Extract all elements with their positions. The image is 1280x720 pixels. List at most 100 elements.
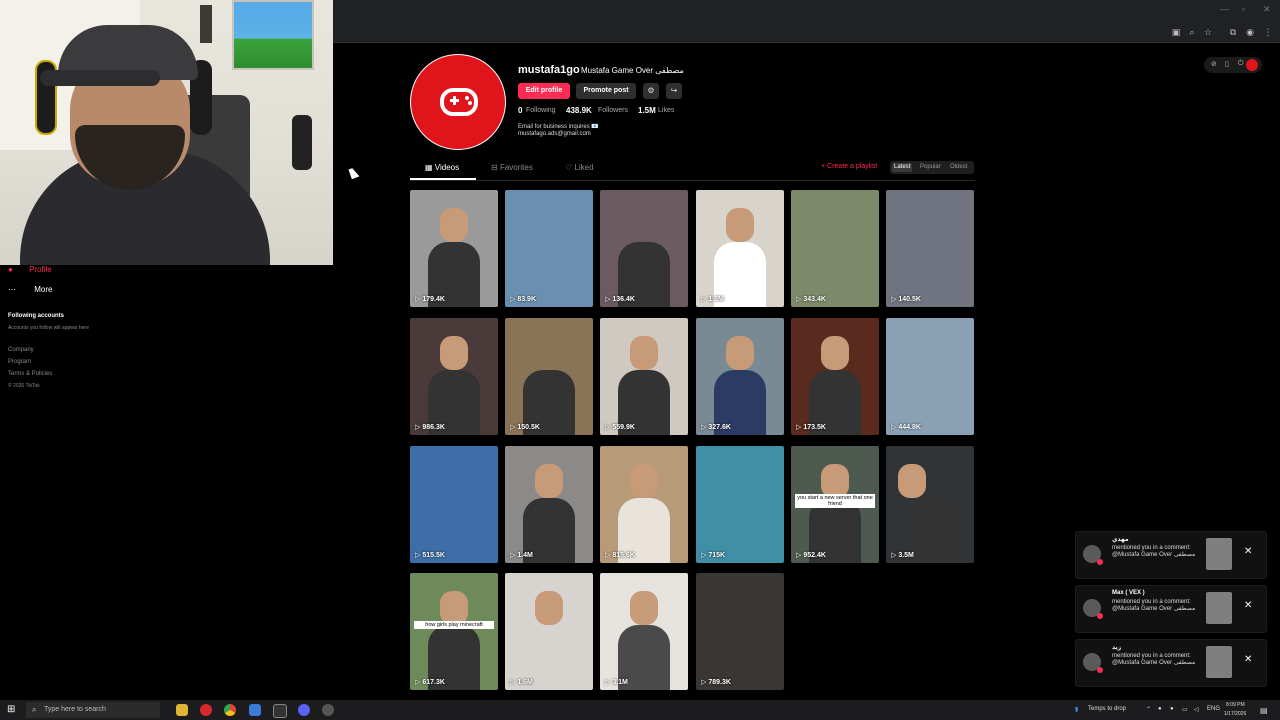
sort-popular-button[interactable]: Popular — [918, 163, 943, 172]
extensions-icon[interactable]: ⧉ — [1228, 27, 1238, 37]
search-icon: ⌕ — [32, 705, 37, 714]
video-card[interactable]: ▷ 140.5K — [886, 190, 974, 307]
close-window-icon[interactable]: ✕ — [1263, 4, 1271, 15]
tray-chevron-icon[interactable]: ⌃ — [1146, 706, 1151, 713]
video-card[interactable]: ▷ 343.4K — [791, 190, 879, 307]
video-card[interactable]: ▷ 515.5K — [410, 446, 498, 563]
thumb-face — [535, 591, 563, 625]
view-count: ▷ 559.9K — [605, 424, 635, 431]
notification-name: زيد — [1112, 645, 1122, 651]
taskbar-search[interactable]: ⌕ Type here to search — [26, 702, 160, 718]
volume-icon[interactable]: ◁ — [1194, 706, 1199, 713]
following-count[interactable]: 0 — [518, 106, 522, 115]
video-card[interactable]: ▷ 1.3M — [696, 190, 784, 307]
notification-toast[interactable]: Max ( VEX ) mentioned you in a comment: … — [1075, 585, 1267, 633]
maximize-icon[interactable]: ▫ — [1242, 4, 1245, 14]
power-icon[interactable]: ⏻ — [1238, 60, 1244, 68]
menu-kebab-icon[interactable]: ⋮ — [1263, 27, 1273, 37]
sidebar-item-more[interactable]: ⋯ More — [8, 285, 52, 294]
weather-text[interactable]: Temps to drop — [1088, 706, 1126, 712]
opera-icon[interactable] — [200, 704, 212, 716]
network-icon[interactable]: ▭ — [1182, 706, 1188, 713]
notification-toast[interactable]: مهدي mentioned you in a comment: @Mustaf… — [1075, 531, 1267, 579]
video-card[interactable]: ▷ 444.8K — [886, 318, 974, 435]
video-card[interactable]: ▷ 83.9K — [505, 190, 593, 307]
profile-icon: ● — [8, 265, 13, 274]
install-icon[interactable]: ▣ — [1171, 27, 1181, 37]
video-card[interactable]: ▷ 815.6K — [600, 446, 688, 563]
app-icon[interactable] — [249, 704, 261, 716]
tray-icon[interactable]: ● — [1158, 706, 1162, 712]
sort-oldest-button[interactable]: Oldest — [948, 163, 969, 172]
windows-start-icon[interactable]: ⊞ — [7, 704, 15, 715]
view-count: ▷ 986.3K — [415, 424, 445, 431]
close-icon[interactable]: ✕ — [1244, 546, 1252, 557]
video-card[interactable]: you start a new server that one friend ▷ … — [791, 446, 879, 563]
create-playlist-button[interactable]: + Create a playlist — [821, 163, 877, 170]
profile-avatar[interactable] — [410, 54, 506, 150]
video-card[interactable]: ▷ 789.3K — [696, 573, 784, 690]
video-card[interactable]: ▷ 173.5K — [791, 318, 879, 435]
notification-text: mentioned you in a comment: @Mustafa Gam… — [1112, 653, 1196, 666]
edit-profile-button[interactable]: Edit profile — [518, 83, 570, 99]
thumb-face — [821, 336, 849, 370]
tray-icon[interactable]: ● — [1170, 706, 1174, 712]
sidebar-item-label: Profile — [29, 265, 52, 274]
tab-liked[interactable]: ♡ Liked — [565, 163, 594, 172]
bookmark-star-icon[interactable]: ☆ — [1203, 27, 1213, 37]
video-card[interactable]: ▷ 986.3K — [410, 318, 498, 435]
followers-label: Followers — [598, 107, 628, 114]
thumb-face — [726, 208, 754, 242]
thumb-face — [630, 336, 658, 370]
video-card[interactable]: ▷ 3.5M — [886, 446, 974, 563]
thumb-face — [535, 464, 563, 498]
clock-date[interactable]: 1/17/2026 — [1224, 711, 1246, 717]
profile-bio-email: mustafago.ads@gmail.com — [518, 131, 591, 137]
share-icon[interactable]: ↪ — [666, 83, 682, 99]
video-card[interactable]: ▷ 150.5K — [505, 318, 593, 435]
thumb-face — [898, 464, 926, 498]
video-card[interactable]: ▷ 136.4K — [600, 190, 688, 307]
minimize-icon[interactable]: — — [1220, 4, 1229, 14]
block-icon[interactable]: ⊘ — [1211, 60, 1217, 68]
video-card[interactable]: ▷ 715K — [696, 446, 784, 563]
footer-link-company[interactable]: Company — [8, 347, 34, 353]
file-explorer-icon[interactable] — [176, 704, 188, 716]
video-card[interactable]: ▷ 3.1M — [600, 573, 688, 690]
tab-videos[interactable]: ▦ Videos — [425, 163, 459, 172]
webcam-overlay — [0, 0, 333, 265]
discord-icon[interactable] — [298, 704, 310, 716]
footer-link-program[interactable]: Program — [8, 359, 31, 365]
chrome-icon[interactable] — [224, 704, 236, 716]
followers-count[interactable]: 438.9K — [566, 106, 592, 115]
sidebar-item-profile[interactable]: ● Profile — [8, 265, 52, 274]
close-icon[interactable]: ✕ — [1244, 654, 1252, 665]
video-card[interactable]: ▷ 327.6K — [696, 318, 784, 435]
video-card[interactable]: ▷ 179.4K — [410, 190, 498, 307]
video-card[interactable]: ▷ 1.4M — [505, 446, 593, 563]
view-count: ▷ 444.8K — [891, 424, 921, 431]
video-card[interactable]: how girls play minecraft ▷ 617.3K — [410, 573, 498, 690]
footer-link-terms[interactable]: Terms & Policies — [8, 371, 52, 377]
tab-favorites[interactable]: ⊟ Favorites — [491, 163, 533, 172]
notification-toast[interactable]: زيد mentioned you in a comment: @Mustafa… — [1075, 639, 1267, 687]
video-card[interactable]: ▷ 1.6M — [505, 573, 593, 690]
notification-text: mentioned you in a comment: @Mustafa Gam… — [1112, 545, 1196, 558]
phone-icon[interactable]: ▯ — [1225, 60, 1229, 68]
sort-latest-button[interactable]: Latest — [892, 163, 913, 172]
settings-icon[interactable]: ⚙ — [643, 83, 659, 99]
media-player-icon[interactable] — [322, 704, 334, 716]
notifications-icon[interactable]: ▤ — [1260, 706, 1268, 715]
clock-time[interactable]: 8:09 PM — [1226, 702, 1245, 708]
user-avatar-small[interactable] — [1246, 59, 1258, 71]
close-icon[interactable]: ✕ — [1244, 600, 1252, 611]
cam-cap-brim — [40, 70, 160, 86]
promote-post-button[interactable]: Promote post — [576, 83, 636, 99]
obs-icon[interactable] — [273, 704, 287, 718]
profile-icon[interactable]: ◉ — [1245, 27, 1255, 37]
video-card[interactable]: ▷ 559.9K — [600, 318, 688, 435]
zoom-icon[interactable]: ⌕ — [1187, 27, 1197, 37]
view-count: ▷ 617.3K — [415, 679, 445, 686]
profile-display-name: Mustafa Game Over مصطفى — [581, 66, 684, 75]
language-indicator[interactable]: ENG — [1207, 706, 1220, 712]
